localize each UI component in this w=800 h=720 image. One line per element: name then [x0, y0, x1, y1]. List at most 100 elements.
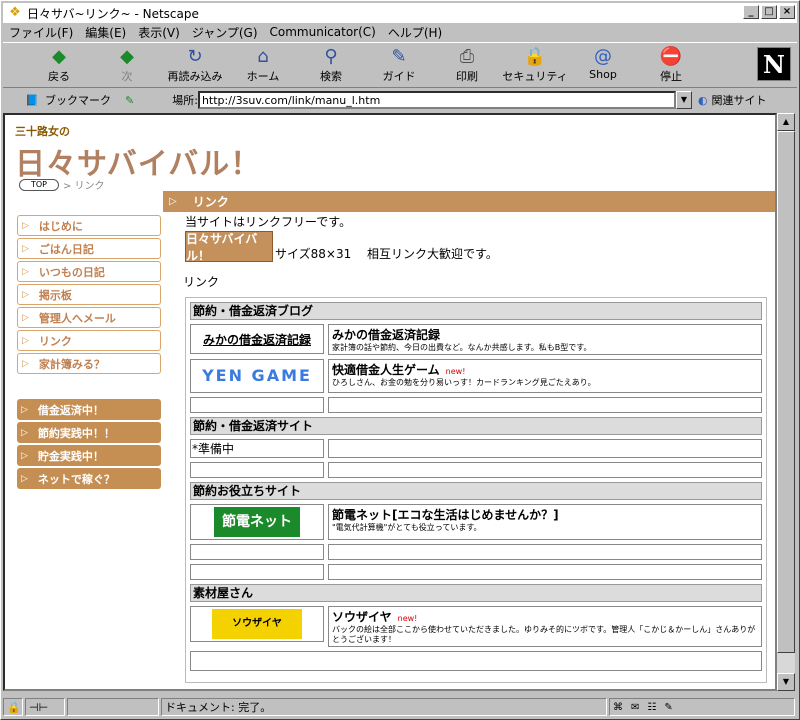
- browser-window: ❖ 日々サバ~リンク~ - Netscape _ □ × ファイル(F) 編集(E…: [0, 0, 800, 720]
- side-banner-0[interactable]: ▷ 借金返済中！: [17, 399, 161, 420]
- setsuden-banner[interactable]: 節電ネット: [214, 507, 300, 537]
- news-icon[interactable]: ☷: [647, 702, 656, 713]
- toolbar-button-0[interactable]: ◆ 戻る: [25, 43, 93, 87]
- section-header: 素材屋さん: [190, 584, 762, 602]
- link-title-text[interactable]: 快適借金人生ゲーム: [332, 363, 440, 377]
- side-banner-label: 節約実践中！！: [37, 426, 115, 440]
- new-badge: new!: [445, 367, 466, 376]
- toolbar-button-6[interactable]: ⎙ 印刷: [433, 43, 501, 87]
- menu-item-2[interactable]: 表示(V): [138, 24, 180, 41]
- link-title-text[interactable]: みかの借金返済記録: [332, 328, 440, 342]
- side-nav-item-2[interactable]: ▷ いつもの日記: [17, 261, 161, 282]
- link-banner-cell[interactable]: 節電ネット: [190, 504, 324, 540]
- scroll-down-button[interactable]: ▼: [777, 673, 795, 691]
- location-bar: 📘 ブックマーク ✎ 場所: http://3suv.com/link/manu…: [3, 89, 797, 111]
- toolbar-button-8[interactable]: @ Shop: [569, 43, 637, 87]
- side-banner-1[interactable]: ▷ 節約実践中！！: [17, 422, 161, 443]
- toolbar-label-5: ガイド: [382, 70, 416, 83]
- toolbar-button-2[interactable]: ↻ 再読み込み: [161, 43, 229, 87]
- page-viewport: 三十路女の 日々サバイバル！ TOP > リンク ▷ はじめに ▷ ごはん日記 ▷ いつも…: [3, 113, 777, 691]
- link-title[interactable]: 快適借金人生ゲーム new!: [332, 361, 758, 378]
- link-banner-cell[interactable]: ソウザイヤ: [190, 606, 324, 642]
- scroll-up-button[interactable]: ▲: [777, 113, 795, 131]
- side-nav-label: いつもの日記: [38, 265, 105, 279]
- side-nav-label: はじめに: [38, 219, 83, 233]
- reload-icon: ↻: [187, 46, 203, 67]
- bookmarks-button[interactable]: ブックマーク: [45, 92, 111, 108]
- side-nav: ▷ はじめに ▷ ごはん日記 ▷ いつもの日記 ▷ 掲示板 ▷ 管理人へメール ▷ リンク ▷ 家計簿みる…: [17, 215, 161, 376]
- security-status-icon[interactable]: 🔒: [3, 698, 23, 716]
- composer-icon[interactable]: ✎: [664, 702, 672, 713]
- link-title[interactable]: ソウザイヤ new!: [332, 608, 758, 625]
- related-sites-button[interactable]: 関連サイト: [712, 92, 767, 108]
- toolbar-button-5[interactable]: ✎ ガイド: [365, 43, 433, 87]
- toolbar-button-9[interactable]: ⛔ 停止: [637, 43, 705, 87]
- page-heading: ▷ リンク: [163, 191, 775, 212]
- netscape-app-icon: ❖: [9, 5, 21, 20]
- vertical-scrollbar[interactable]: ▲ ▼: [777, 113, 795, 691]
- side-nav-item-6[interactable]: ▷ 家計簿みる？: [17, 353, 161, 374]
- menu-item-4[interactable]: Communicator(C): [270, 25, 376, 39]
- yen-game-banner[interactable]: YEN GAME: [199, 364, 315, 388]
- guide-icon: ✎: [391, 46, 407, 67]
- toolbar-label-6: 印刷: [456, 70, 478, 83]
- section-header: 節約お役立ちサイト: [190, 482, 762, 500]
- toolbar-button-4[interactable]: ⚲ 検索: [297, 43, 365, 87]
- menu-item-5[interactable]: ヘルプ(H): [388, 24, 442, 41]
- breadcrumb: TOP > リンク: [19, 177, 105, 192]
- navigator-icon[interactable]: ⌘: [613, 702, 623, 713]
- side-nav-item-3[interactable]: ▷ 掲示板: [17, 284, 161, 305]
- side-nav-item-0[interactable]: ▷ はじめに: [17, 215, 161, 236]
- link-row: [190, 651, 762, 671]
- links-label: リンク: [183, 275, 220, 289]
- link-banner-text[interactable]: みかの借金返済記録: [203, 331, 311, 348]
- side-banner-3[interactable]: ▷ ネットで稼ぐ？: [17, 468, 161, 489]
- link-banner-cell[interactable]: みかの借金返済記録: [190, 324, 324, 354]
- scroll-thumb[interactable]: [777, 131, 795, 653]
- link-description-cell: [328, 544, 762, 560]
- side-banner-label: 借金返済中！: [37, 403, 104, 417]
- link-description-cell: [328, 462, 762, 478]
- site-banner-88x31: 日々サバイバル！: [185, 231, 273, 263]
- link-title[interactable]: 節電ネット[エコな生活はじめませんか？]: [332, 506, 758, 523]
- side-nav-item-4[interactable]: ▷ 管理人へメール: [17, 307, 161, 328]
- menu-item-0[interactable]: ファイル(F): [9, 24, 73, 41]
- site-logo[interactable]: 三十路女の 日々サバイバル！: [15, 123, 261, 183]
- close-button[interactable]: ×: [779, 5, 795, 19]
- link-title-text[interactable]: 節電ネット[エコな生活はじめませんか？]: [332, 508, 559, 522]
- page-proxy-icon[interactable]: ✎: [125, 94, 134, 107]
- forward-arrow-icon: ◆: [120, 46, 134, 67]
- netscape-logo[interactable]: N: [757, 47, 791, 81]
- toolbar-button-3[interactable]: ⌂ ホーム: [229, 43, 297, 87]
- side-banner-2[interactable]: ▷ 貯金実践中！: [17, 445, 161, 466]
- link-desc: "電気代計算機"がとても役立っています。: [332, 523, 482, 532]
- link-row-empty: [190, 651, 762, 671]
- menu-item-1[interactable]: 編集(E): [85, 24, 126, 41]
- link-title-text[interactable]: ソウザイヤ: [332, 610, 392, 624]
- url-input[interactable]: http://3suv.com/link/manu_l.htm: [197, 91, 676, 109]
- menu-item-3[interactable]: ジャンプ(G): [192, 24, 258, 41]
- triangle-icon: ▷: [22, 220, 29, 231]
- side-nav-item-5[interactable]: ▷ リンク: [17, 330, 161, 351]
- url-dropdown-button[interactable]: ▼: [675, 91, 692, 109]
- mail-icon[interactable]: ✉: [631, 702, 639, 713]
- link-title[interactable]: みかの借金返済記録: [332, 326, 758, 343]
- new-badge: new!: [397, 614, 418, 623]
- link-banner-cell: *準備中: [190, 439, 324, 458]
- side-nav-item-1[interactable]: ▷ ごはん日記: [17, 238, 161, 259]
- link-banner-cell[interactable]: YEN GAME: [190, 359, 324, 393]
- link-row: [190, 544, 762, 560]
- side-nav-label: リンク: [38, 334, 72, 348]
- link-description-cell: みかの借金返済記録 家計簿の話や節約、今日の出費など。なんか共感します。私もB型で…: [328, 324, 762, 355]
- toolbar-button-7[interactable]: 🔒 セキュリティ: [501, 43, 569, 87]
- section-header: 節約・借金返済ブログ: [190, 302, 762, 320]
- maximize-button[interactable]: □: [761, 5, 777, 19]
- top-link[interactable]: TOP: [19, 178, 59, 191]
- navigation-toolbar: ◆ 戻る ◆ 次 ↻ 再読み込み ⌂ ホーム ⚲ 検索 ✎ ガイド ⎙ 印刷 🔒 セキュリティ @ Shop ⛔ 停止…: [3, 42, 797, 88]
- minimize-button[interactable]: _: [743, 5, 759, 19]
- souzaiya-banner[interactable]: ソウザイヤ: [212, 609, 302, 639]
- triangle-icon: ▷: [22, 358, 29, 369]
- triangle-icon: ▷: [21, 427, 28, 438]
- link-row: 節電ネット 節電ネット[エコな生活はじめませんか？] "電気代計算機"がとても役立っ…: [190, 504, 762, 540]
- progress-bar: [67, 698, 159, 716]
